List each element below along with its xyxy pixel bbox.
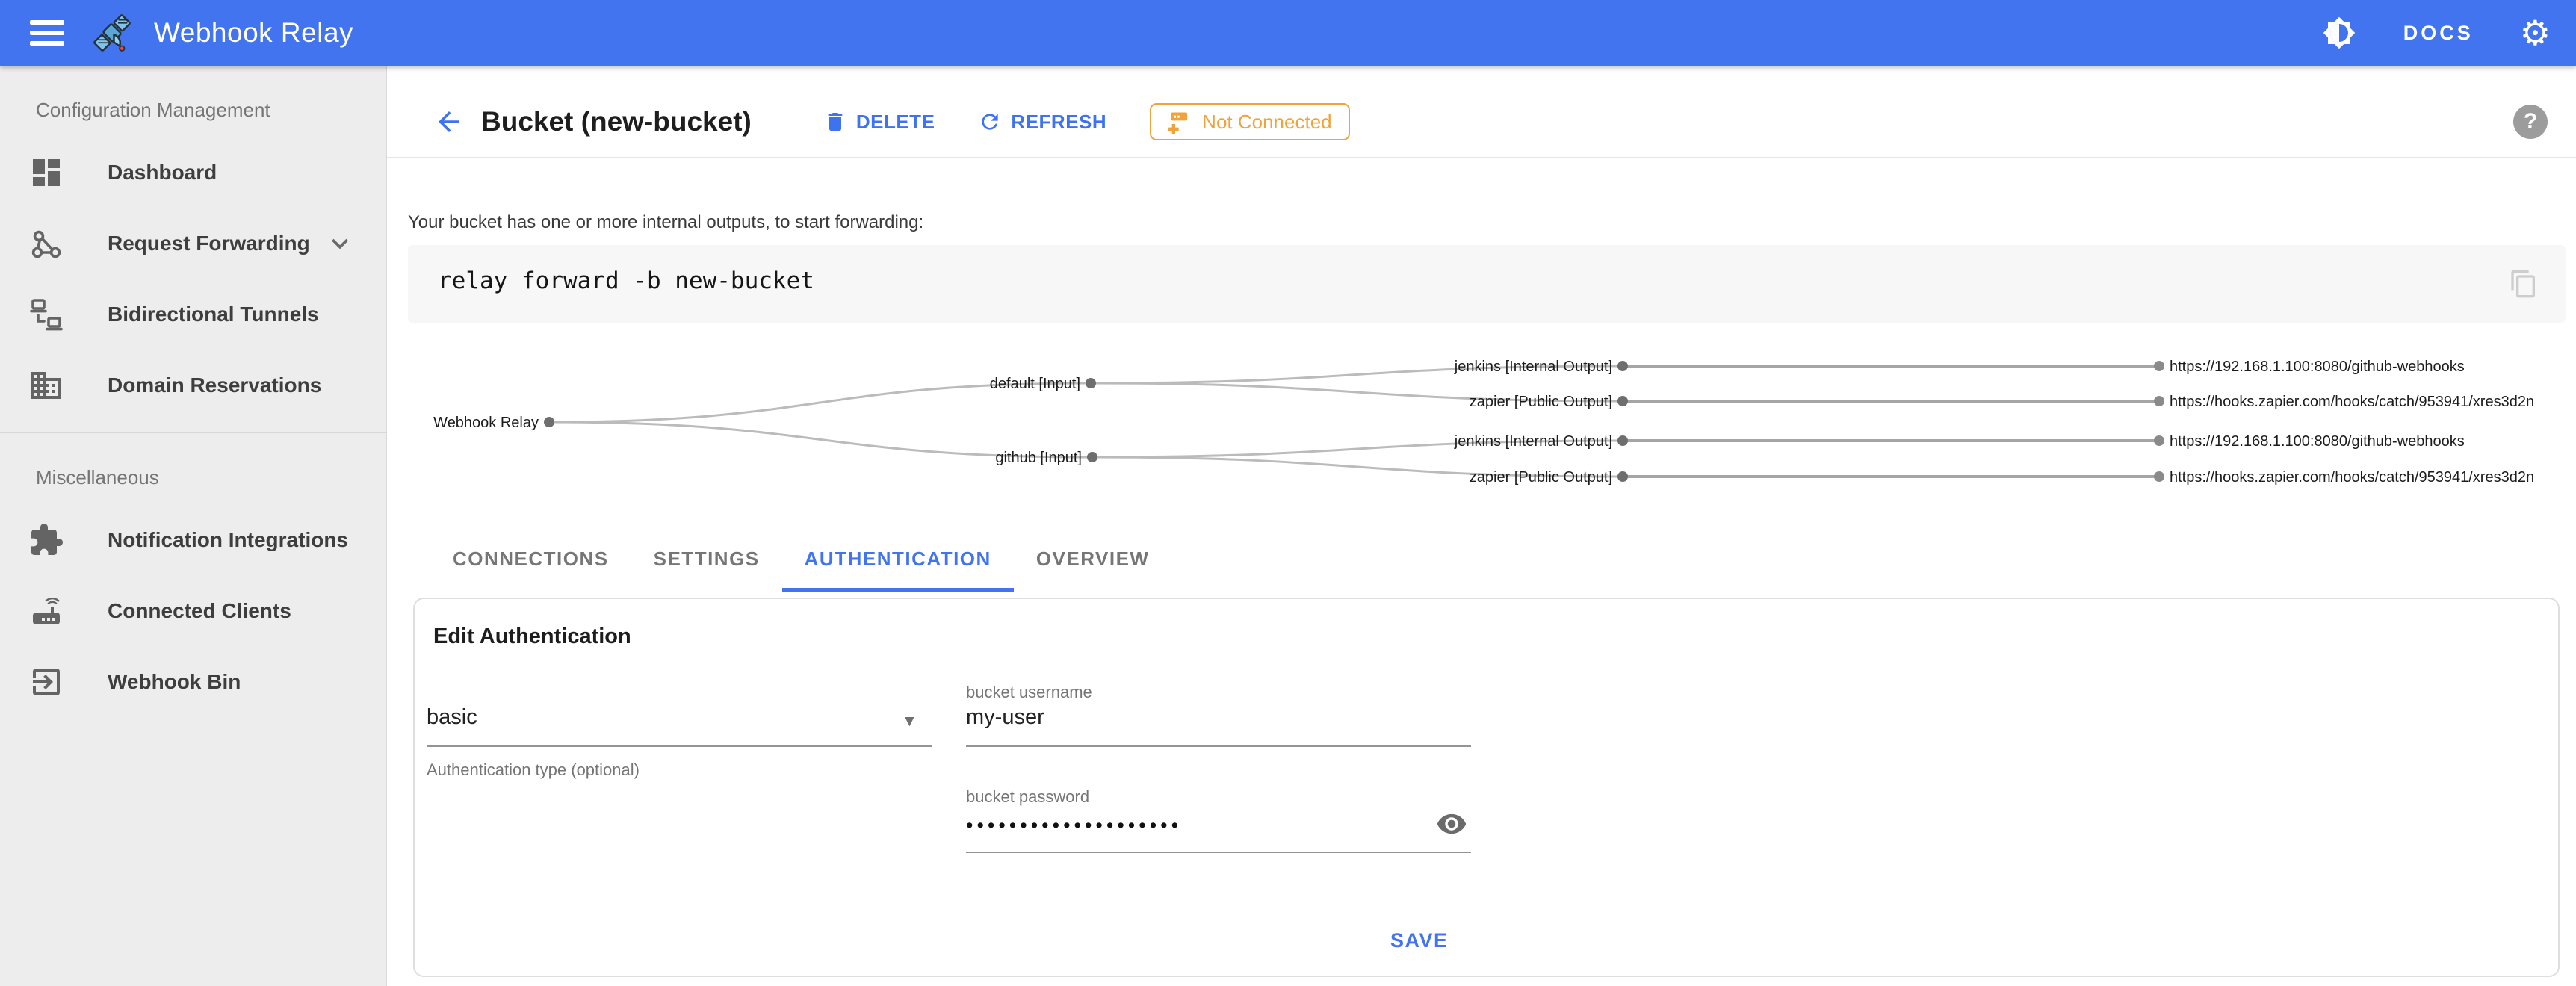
refresh-button[interactable]: REFRESH xyxy=(978,110,1106,134)
auth-type-underline xyxy=(427,745,932,747)
menu-icon[interactable] xyxy=(30,20,64,46)
status-badge-label: Not Connected xyxy=(1202,111,1331,134)
refresh-button-label: REFRESH xyxy=(1011,111,1106,134)
svg-text:zapier [Public Output]: zapier [Public Output] xyxy=(1470,469,1612,486)
tab-settings[interactable]: SETTINGS xyxy=(631,530,782,592)
card-title: Edit Authentication xyxy=(433,624,631,649)
sidebar-item-label: Request Forwarding xyxy=(108,232,310,255)
delete-button-label: DELETE xyxy=(856,111,935,134)
dashboard-icon xyxy=(28,155,64,190)
copy-icon[interactable] xyxy=(2509,269,2539,299)
webhook-relay-logo-icon xyxy=(90,10,134,55)
dropdown-arrow-icon[interactable]: ▼ xyxy=(902,713,917,731)
password-field[interactable]: •••••••••••••••••••• xyxy=(966,814,1182,837)
sidebar-item-request-forwarding[interactable]: Request Forwarding xyxy=(0,208,386,279)
sidebar-section-misc: Miscellaneous xyxy=(36,466,386,489)
auth-type-select[interactable]: basic xyxy=(427,705,477,730)
sidebar: Configuration Management Dashboard Reque… xyxy=(0,66,387,986)
svg-text:https://192.168.1.100:8080/git: https://192.168.1.100:8080/github-webhoo… xyxy=(2170,359,2465,375)
cli-command: relay forward -b new-bucket xyxy=(438,267,814,294)
domain-icon xyxy=(28,368,64,403)
show-password-eye-icon[interactable] xyxy=(1436,808,1467,840)
username-field[interactable]: my-user xyxy=(966,705,1044,730)
svg-text:default [Input]: default [Input] xyxy=(990,376,1080,392)
bucket-toolbar: Bucket (new-bucket) DELETE REFRESH Not C… xyxy=(433,97,1350,146)
tab-overview[interactable]: OVERVIEW xyxy=(1014,530,1172,592)
bucket-topology-graph: jenkins [Internal Output] https://192.168… xyxy=(387,329,2576,517)
app-bar-actions: DOCS ⚙ xyxy=(2321,15,2551,51)
edit-authentication-card: Edit Authentication basic ▼ Authenticati… xyxy=(413,598,2560,977)
sidebar-item-label: Domain Reservations xyxy=(108,373,321,397)
svg-text:Webhook Relay: Webhook Relay xyxy=(433,415,539,431)
intro-text: Your bucket has one or more internal out… xyxy=(408,212,923,233)
app-title: Webhook Relay xyxy=(154,17,353,49)
sidebar-section-config: Configuration Management xyxy=(36,99,386,122)
toolbar-divider xyxy=(387,157,2576,158)
main-content: Bucket (new-bucket) DELETE REFRESH Not C… xyxy=(387,66,2576,986)
username-underline xyxy=(966,745,1471,747)
back-arrow-icon[interactable] xyxy=(433,106,465,137)
sidebar-item-label: Connected Clients xyxy=(108,599,291,623)
app-bar: Webhook Relay DOCS ⚙ xyxy=(0,0,2576,66)
sidebar-item-label: Notification Integrations xyxy=(108,528,348,552)
router-icon xyxy=(28,593,64,629)
auth-type-helper: Authentication type (optional) xyxy=(427,760,640,780)
svg-text:github [Input]: github [Input] xyxy=(995,450,1082,466)
svg-text:https://192.168.1.100:8080/git: https://192.168.1.100:8080/github-webhoo… xyxy=(2170,433,2465,450)
sidebar-item-label: Bidirectional Tunnels xyxy=(108,303,319,326)
settings-gear-icon[interactable]: ⚙ xyxy=(2520,15,2551,51)
username-label: bucket username xyxy=(966,683,1092,702)
exit-to-app-icon xyxy=(28,664,64,700)
app-root: Webhook Relay DOCS ⚙ Configuration Manag… xyxy=(0,0,2576,986)
password-label: bucket password xyxy=(966,787,1089,807)
svg-text:jenkins [Internal Output]: jenkins [Internal Output] xyxy=(1454,359,1612,375)
theme-toggle-icon[interactable] xyxy=(2321,15,2357,51)
svg-text:https://hooks.zapier.com/hooks: https://hooks.zapier.com/hooks/catch/953… xyxy=(2170,469,2534,486)
svg-text:zapier [Public Output]: zapier [Public Output] xyxy=(1470,394,1612,410)
sidebar-item-dashboard[interactable]: Dashboard xyxy=(0,137,386,208)
docs-link[interactable]: DOCS xyxy=(2403,22,2474,45)
delete-button[interactable]: DELETE xyxy=(823,110,935,134)
trash-icon xyxy=(823,110,847,134)
save-button[interactable]: SAVE xyxy=(1380,923,1459,958)
sidebar-item-webhook-bin[interactable]: Webhook Bin xyxy=(0,646,386,717)
sidebar-item-label: Dashboard xyxy=(108,161,217,185)
help-icon[interactable]: ? xyxy=(2513,105,2548,139)
sidebar-item-notification-integrations[interactable]: Notification Integrations xyxy=(0,504,386,575)
sidebar-item-label: Webhook Bin xyxy=(108,670,241,694)
tunnels-devices-icon xyxy=(28,297,64,332)
svg-text:https://hooks.zapier.com/hooks: https://hooks.zapier.com/hooks/catch/953… xyxy=(2170,394,2534,410)
chevron-down-icon[interactable] xyxy=(323,227,356,260)
tab-connections[interactable]: CONNECTIONS xyxy=(430,530,631,592)
connection-status-badge[interactable]: Not Connected xyxy=(1150,103,1349,140)
sidebar-item-domain-reservations[interactable]: Domain Reservations xyxy=(0,350,386,421)
refresh-icon xyxy=(978,110,1002,134)
bucket-tabs: CONNECTIONS SETTINGS AUTHENTICATION OVER… xyxy=(430,530,1171,592)
sidebar-item-bidirectional-tunnels[interactable]: Bidirectional Tunnels xyxy=(0,279,386,350)
forwarding-hub-icon xyxy=(28,226,64,261)
page-title: Bucket (new-bucket) xyxy=(481,106,752,137)
svg-text:jenkins [Internal Output]: jenkins [Internal Output] xyxy=(1454,433,1612,450)
password-underline xyxy=(966,852,1471,853)
puzzle-icon xyxy=(28,522,64,558)
tab-authentication[interactable]: AUTHENTICATION xyxy=(782,530,1014,592)
sidebar-item-connected-clients[interactable]: Connected Clients xyxy=(0,575,386,646)
sidebar-divider xyxy=(0,432,386,433)
cli-command-block: relay forward -b new-bucket xyxy=(408,245,2566,323)
device-add-icon xyxy=(1162,107,1192,137)
